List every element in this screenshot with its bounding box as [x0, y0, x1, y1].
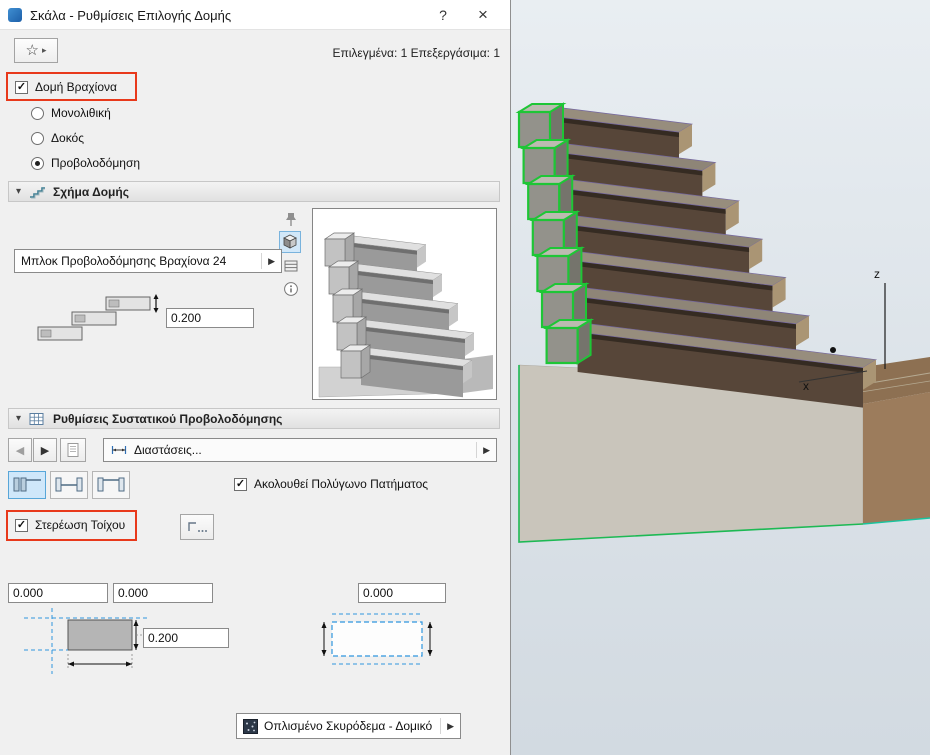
checkbox-check-icon: ✓ [234, 477, 247, 491]
offset-center-field[interactable] [113, 583, 213, 603]
radio-icon [31, 131, 44, 145]
radio-monolithic-label: Μονολιθική [51, 106, 111, 120]
connection-right-icon [97, 477, 125, 492]
radio-beam-label: Δοκός [51, 131, 84, 145]
edit-form-icon [67, 443, 79, 457]
help-button[interactable]: ? [423, 0, 463, 30]
cantilever-block-dropdown-label: Μπλοκ Προβολοδόμησης Βραχίονα 24 [21, 254, 227, 268]
popup-arrow-icon: ▶ [261, 253, 275, 269]
structure-thickness-field[interactable] [166, 308, 254, 328]
checkbox-check-icon: ✓ [15, 518, 28, 532]
structure-checkbox[interactable]: ✓ Δομή Βραχίονα [15, 80, 117, 94]
popup-arrow-icon: ▶ [440, 718, 454, 734]
collapse-icon: ▾ [16, 413, 22, 424]
cantilever-block-dropdown[interactable]: Μπλοκ Προβολοδόμησης Βραχίονα 24 ▶ [14, 249, 282, 273]
axis-x-label: x [803, 379, 809, 393]
radio-beam[interactable]: Δοκός [31, 131, 84, 145]
building-material-dropdown[interactable]: Οπλισμένο Σκυρόδεμα - Δομικό ▶ [236, 713, 461, 739]
follow-tread-polygon-label: Ακολουθεί Πολύγωνο Πατήματος [254, 477, 429, 491]
connection-left-icon [13, 477, 41, 492]
structure-checkbox-label: Δομή Βραχίονα [35, 80, 117, 94]
elevation-icon [284, 260, 298, 272]
info-icon [284, 282, 298, 296]
dialog-title: Σκάλα - Ρυθμίσεις Επιλογής Δομής [30, 8, 232, 23]
connection-both-icon [55, 477, 83, 492]
radio-monolithic[interactable]: Μονολιθική [31, 106, 111, 120]
close-button[interactable]: × [463, 0, 503, 30]
staircase-3d-model[interactable] [511, 0, 930, 755]
screen: Σκάλα - Ρυθμίσεις Επιλογής Δομής ? × ☆ ▸… [0, 0, 930, 755]
dimension-icon [111, 446, 127, 454]
connection-type-left-button[interactable] [8, 471, 46, 499]
building-material-label: Οπλισμένο Σκυρόδεμα - Δομικό [264, 719, 433, 733]
selection-info: Επιλεγμένα: 1 Επεξεργάσιμα: 1 [332, 46, 500, 60]
fixing-profile-icon [188, 522, 207, 532]
follow-tread-polygon-checkbox[interactable]: ✓ Ακολουθεί Πολύγωνο Πατήματος [234, 477, 428, 491]
left-arrow-icon: ◀ [15, 444, 25, 457]
concrete-material-icon [243, 718, 258, 734]
axis-z-label: z [874, 267, 880, 281]
dialog-titlebar[interactable]: Σκάλα - Ρυθμίσεις Επιλογής Δομής ? × [0, 0, 510, 30]
structure-preview-image [312, 208, 497, 400]
offset-right-field[interactable] [358, 583, 446, 603]
dimensions-dropdown-label: Διαστάσεις... [134, 443, 202, 457]
wall-fixing-checkbox[interactable]: ✓ Στερέωση Τοίχου [15, 518, 125, 532]
preview-stair-drawing [318, 232, 493, 398]
section-structure-shape[interactable]: ▾ Σχήμα Δομής [8, 181, 500, 202]
thickness-schematic [37, 294, 159, 341]
section-component-settings-title: Ρυθμίσεις Συστατικού Προβολοδόμησης [53, 411, 283, 426]
section-structure-shape-title: Σχήμα Δομής [53, 184, 129, 199]
popup-arrow-icon: ▶ [476, 442, 490, 458]
edit-component-button[interactable] [60, 438, 86, 462]
wall-fixing-options-button[interactable] [180, 514, 214, 540]
component-grid-icon [29, 412, 44, 425]
pin-icon [286, 213, 296, 226]
wall-fixing-label: Στερέωση Τοίχου [35, 518, 126, 532]
pin-preview-button[interactable] [280, 208, 302, 230]
stair-shape-icon [30, 186, 46, 198]
star-icon: ☆ [25, 42, 39, 59]
collapse-icon: ▾ [16, 186, 22, 197]
slab-thickness-field[interactable] [143, 628, 229, 648]
connection-type-right-button[interactable] [92, 471, 130, 499]
connection-type-both-button[interactable] [50, 471, 88, 499]
previous-component-button[interactable]: ◀ [8, 438, 32, 462]
opening-section-diagram [321, 613, 433, 665]
offset-left-field[interactable] [8, 583, 108, 603]
right-arrow-icon: ▶ [40, 444, 50, 457]
cube-3d-icon [283, 234, 297, 249]
favorites-button[interactable]: ☆ ▸ [14, 38, 58, 63]
dialog-icon [8, 8, 22, 22]
radio-cantilevered-label: Προβολοδόμηση [51, 156, 141, 170]
preview-info-button[interactable] [280, 278, 302, 300]
radio-cantilevered[interactable]: Προβολοδόμηση [31, 156, 140, 170]
dimensions-dropdown[interactable]: Διαστάσεις... ▶ [103, 438, 497, 462]
section-component-settings[interactable]: ▾ Ρυθμίσεις Συστατικού Προβολοδόμησης [8, 408, 500, 429]
checkbox-check-icon: ✓ [15, 80, 28, 94]
3d-viewport[interactable]: z x [511, 0, 930, 755]
stair-structure-settings-dialog: Σκάλα - Ρυθμίσεις Επιλογής Δομής ? × ☆ ▸… [0, 0, 511, 755]
radio-icon [31, 106, 44, 120]
next-component-button[interactable]: ▶ [33, 438, 57, 462]
preview-3d-view-button[interactable] [279, 231, 301, 253]
flyout-arrow-icon: ▸ [41, 45, 47, 55]
radio-icon [31, 156, 44, 170]
preview-elevation-view-button[interactable] [280, 255, 302, 277]
